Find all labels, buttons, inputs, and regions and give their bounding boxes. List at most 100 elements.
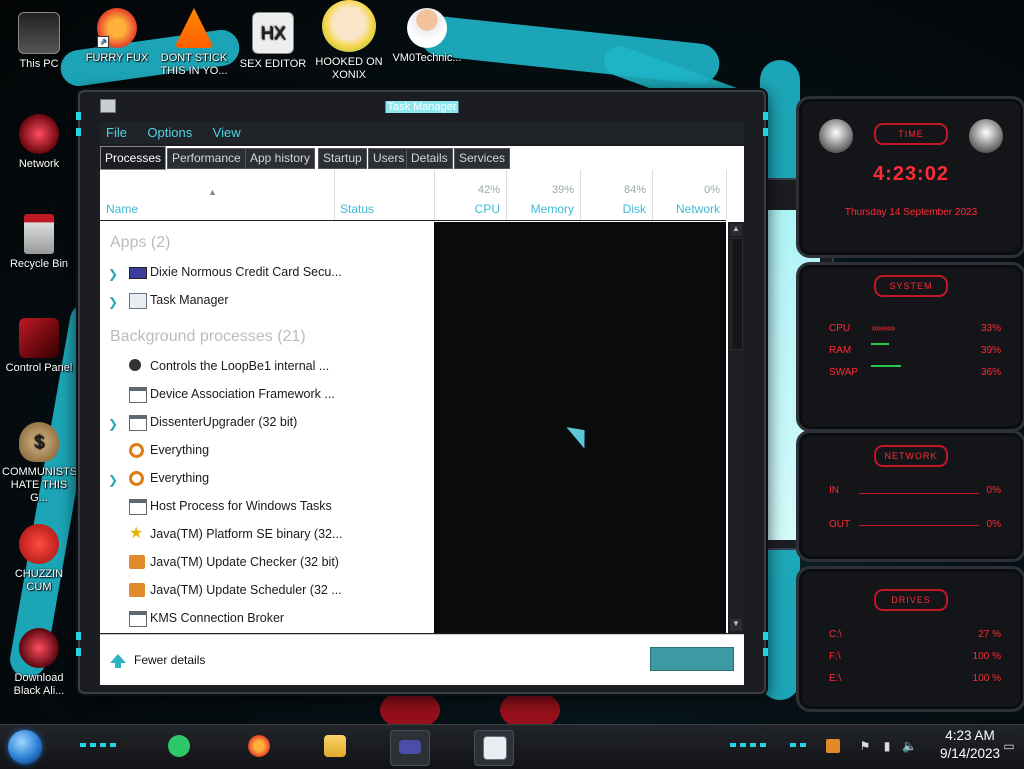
process-row[interactable]: ★ Java(TM) Platform SE binary (32... <box>100 521 434 549</box>
group-header-background: Background processes (21) <box>110 328 306 345</box>
column-header-cpu[interactable]: 42% CPU <box>434 170 507 220</box>
net-in-value: 0% <box>986 485 1001 496</box>
cpu-label: CPU <box>829 323 851 334</box>
taskbar-app-firefox[interactable] <box>240 730 278 764</box>
window-icon <box>129 387 147 403</box>
taskbar-app-explorer[interactable] <box>316 730 354 764</box>
net-in-graph <box>859 493 979 494</box>
menu-options[interactable]: Options <box>147 125 192 140</box>
tab-performance[interactable]: Performance <box>167 148 246 169</box>
start-button[interactable] <box>8 730 42 764</box>
net-out-value: 0% <box>986 519 1001 530</box>
desktop-icon-vm0technic[interactable]: VM0Technic... <box>390 8 464 65</box>
title-bar[interactable]: Task Manager <box>100 96 744 118</box>
process-row[interactable]: Device Association Framework ... <box>100 381 434 409</box>
vertical-scrollbar[interactable]: ▲ ▼ <box>728 222 744 633</box>
frame-led <box>763 632 768 640</box>
column-percent: 0% <box>704 184 720 196</box>
java-update-icon[interactable] <box>826 739 840 753</box>
network-gadget: NETWORK IN 0% OUT 0% <box>796 430 1024 562</box>
tab-users[interactable]: Users <box>368 148 410 169</box>
window-icon <box>129 611 147 627</box>
tab-processes[interactable]: Processes <box>100 146 167 170</box>
process-row[interactable]: Everything <box>100 437 434 465</box>
taskbar-app-chat[interactable] <box>160 730 198 764</box>
net-out-graph <box>859 525 979 526</box>
magnifier-icon <box>129 443 144 458</box>
desktop-icon-download-black[interactable]: Download Black Ali... <box>2 628 76 698</box>
flag-icon[interactable]: ⚑ <box>858 739 872 753</box>
scroll-thumb[interactable] <box>731 238 743 350</box>
taskbar-app-credit-card[interactable] <box>390 730 430 766</box>
ram-label: RAM <box>829 345 852 356</box>
desktop-icon-dont-stick[interactable]: DONT STICK THIS IN YO... <box>157 8 231 78</box>
desktop-icon-network[interactable]: Network <box>2 114 76 171</box>
process-row[interactable]: KMS Connection Broker <box>100 605 434 633</box>
column-header-network[interactable]: 0% Network <box>652 170 727 220</box>
expand-chevron-icon[interactable]: ❯ <box>108 417 118 431</box>
desktop-icon-this-pc[interactable]: This PC <box>2 12 76 71</box>
tab-services[interactable]: Services <box>454 148 511 169</box>
credit-card-icon <box>399 740 421 754</box>
process-row[interactable]: ❯ Everything <box>100 465 434 493</box>
expand-chevron-icon[interactable]: ❯ <box>108 295 118 309</box>
column-label: Memory <box>530 202 574 216</box>
desktop-icon-sex-editor[interactable]: HX SEX EDITOR <box>236 12 310 71</box>
process-row[interactable]: ❯ Task Manager <box>100 287 434 315</box>
menu-view[interactable]: View <box>213 125 241 140</box>
end-task-button[interactable] <box>650 647 734 671</box>
net-in-label: IN <box>829 485 839 496</box>
volume-icon[interactable]: 🔈 <box>902 739 917 753</box>
desktop-icon-label: Control Panel <box>5 362 73 374</box>
taskbar-led <box>100 743 106 747</box>
desktop-icon-furry-fux[interactable]: ↗ FURRY FUX <box>80 8 154 65</box>
desktop-icon-chuzzin[interactable]: CHUZZIN CUM <box>2 524 76 594</box>
process-row[interactable]: Java(TM) Update Scheduler (32 ... <box>100 577 434 605</box>
scroll-up-icon[interactable]: ▲ <box>730 224 742 236</box>
computer-icon <box>18 12 60 54</box>
taskbar-app-task-manager[interactable] <box>474 730 514 766</box>
taskbar-led <box>790 743 796 747</box>
control-panel-icon <box>19 318 59 358</box>
expand-chevron-icon[interactable]: ❯ <box>108 267 118 281</box>
desktop-icon-recycle-bin[interactable]: Recycle Bin <box>2 214 76 271</box>
tab-startup[interactable]: Startup <box>318 148 367 169</box>
task-manager-icon <box>129 293 147 309</box>
process-name: Dixie Normous Credit Card Secu... <box>150 265 342 279</box>
taskbar-led <box>730 743 736 747</box>
process-row[interactable]: Host Process for Windows Tasks <box>100 493 434 521</box>
tab-app-history[interactable]: App history <box>245 148 316 169</box>
tab-details[interactable]: Details <box>406 148 453 169</box>
alien-orb-icon <box>19 628 59 668</box>
task-manager-icon <box>483 736 507 760</box>
process-row[interactable]: Java(TM) Update Checker (32 bit) <box>100 549 434 577</box>
shortcut-arrow-icon: ↗ <box>97 36 109 48</box>
doctor-avatar-icon <box>407 8 447 48</box>
cpu-value: 33% <box>980 323 1001 334</box>
column-percent: 84% <box>623 184 646 196</box>
column-header-memory[interactable]: 39% Memory <box>506 170 581 220</box>
network-icon[interactable]: ▮ <box>880 739 894 753</box>
task-manager-window[interactable]: Task Manager File Options View Processes… <box>76 90 768 694</box>
desktop-icon-label: CHUZZIN CUM <box>14 568 64 593</box>
process-name: Device Association Framework ... <box>150 387 335 401</box>
footer-bar: Fewer details <box>100 634 744 685</box>
taskbar-clock[interactable]: 4:23 AM 9/14/2023 <box>940 727 1000 763</box>
column-header-disk[interactable]: 84% Disk <box>580 170 653 220</box>
menu-file[interactable]: File <box>106 125 127 140</box>
process-row[interactable]: Controls the LoopBe1 internal ... <box>100 353 434 381</box>
desktop-icon-control-panel[interactable]: Control Panel <box>2 318 76 375</box>
desktop-icon-hooked-on-xonix[interactable]: HOOKED ON XONIX <box>312 0 386 82</box>
expand-chevron-icon[interactable]: ❯ <box>108 473 118 487</box>
desktop-icon-communists[interactable]: $ COMMUNISTS HATE THIS G... <box>2 422 77 505</box>
gadget-title: DRIVES <box>874 589 948 611</box>
scroll-down-icon[interactable]: ▼ <box>730 619 742 631</box>
process-row[interactable]: ❯ DissenterUpgrader (32 bit) <box>100 409 434 437</box>
frame-led <box>763 112 768 120</box>
message-icon[interactable]: ▭ <box>1002 739 1016 753</box>
process-name: Task Manager <box>150 293 229 307</box>
column-header-status[interactable]: Status <box>334 170 435 220</box>
taskbar: ⚑ ▮ 🔈 ▭ 4:23 AM 9/14/2023 <box>0 724 1024 769</box>
process-row[interactable]: ❯ Dixie Normous Credit Card Secu... <box>100 259 434 287</box>
column-header-name[interactable]: ▲ Name <box>100 170 335 220</box>
